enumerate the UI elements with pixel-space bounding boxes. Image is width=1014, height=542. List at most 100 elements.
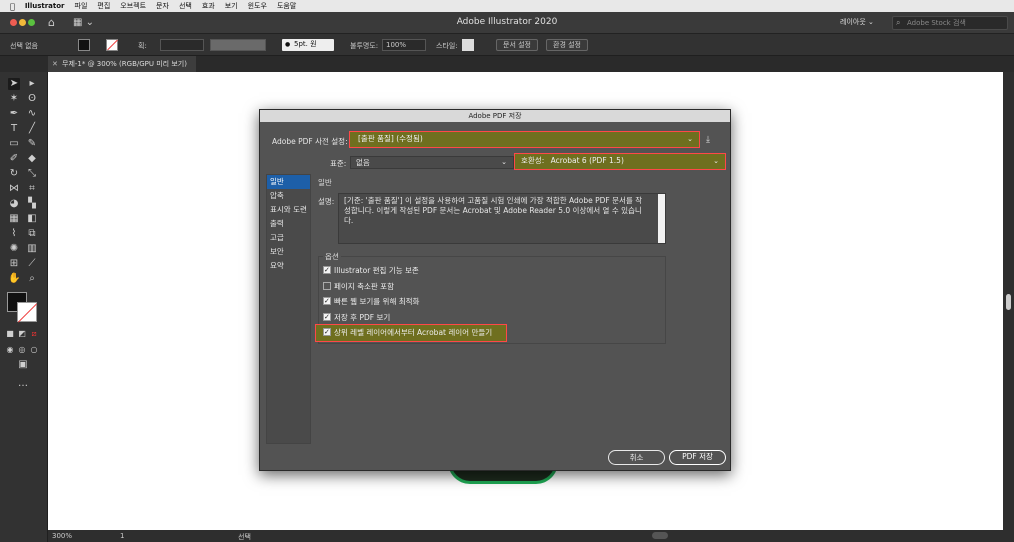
option-preserve-editing[interactable]: Illustrator 편집 기능 보존 bbox=[323, 264, 419, 277]
description-content: [기준: '출판 품질'] 이 설정을 사용하여 고품질 시험 인쇄에 가장 적… bbox=[344, 196, 643, 225]
sidebar-item-security[interactable]: 보안 bbox=[267, 245, 310, 259]
zoom-window-button[interactable] bbox=[28, 19, 35, 26]
zoom-level[interactable]: 300% bbox=[52, 532, 72, 540]
preferences-button[interactable]: 환경 설정 bbox=[546, 39, 588, 51]
stroke-color-swatch[interactable] bbox=[106, 39, 118, 51]
graphic-style-swatch[interactable] bbox=[462, 39, 474, 51]
more-tools-icon[interactable]: … bbox=[17, 378, 29, 390]
checkbox-checked[interactable] bbox=[323, 295, 331, 307]
draw-inside-icon[interactable]: ○ bbox=[28, 344, 40, 356]
gradient-mode-icon[interactable]: ◩ bbox=[16, 328, 28, 340]
vertical-scrollbar[interactable] bbox=[1003, 72, 1014, 530]
vertical-scroll-thumb[interactable] bbox=[1006, 294, 1011, 310]
close-window-button[interactable] bbox=[10, 19, 17, 26]
paintbrush-tool-icon[interactable]: ✎ bbox=[26, 138, 38, 150]
checkbox-checked[interactable] bbox=[323, 326, 331, 338]
shape-builder-tool-icon[interactable]: ◕ bbox=[8, 198, 20, 210]
eraser-tool-icon[interactable]: ◆ bbox=[26, 153, 38, 165]
brush-definition-select[interactable]: 5pt. 원 bbox=[282, 39, 334, 51]
document-setup-button[interactable]: 문서 설정 bbox=[496, 39, 538, 51]
menu-select[interactable]: 선택 bbox=[179, 1, 192, 11]
free-transform-tool-icon[interactable]: ⌗ bbox=[26, 183, 38, 195]
rotate-tool-icon[interactable]: ↻ bbox=[8, 168, 20, 180]
mesh-tool-icon[interactable]: ▦ bbox=[8, 213, 20, 225]
none-mode-icon[interactable]: ⧄ bbox=[28, 328, 40, 340]
description-text[interactable]: [기준: '출판 품질'] 이 설정을 사용하여 고품질 시험 인쇄에 가장 적… bbox=[338, 193, 666, 244]
eyedropper-tool-icon[interactable]: ⌇ bbox=[8, 228, 20, 240]
home-icon[interactable]: ⌂ bbox=[48, 17, 60, 29]
opacity-label[interactable]: 불투명도: bbox=[350, 41, 378, 51]
save-pdf-button[interactable]: PDF 저장 bbox=[669, 450, 726, 465]
menu-window[interactable]: 윈도우 bbox=[248, 1, 267, 11]
artboard-tool-icon[interactable]: ⊞ bbox=[8, 258, 20, 270]
fill-color-swatch[interactable] bbox=[78, 39, 90, 51]
type-tool-icon[interactable]: T bbox=[8, 123, 20, 135]
option-fast-web-view[interactable]: 빠른 웹 보기를 위해 최적화 bbox=[323, 295, 419, 308]
selection-tool-icon[interactable]: ➤ bbox=[8, 78, 20, 90]
zoom-tool-icon[interactable]: ⌕ bbox=[26, 273, 38, 285]
gradient-tool-icon[interactable]: ◧ bbox=[26, 213, 38, 225]
column-graph-tool-icon[interactable]: ▥ bbox=[26, 243, 38, 255]
sidebar-item-general[interactable]: 일반 bbox=[267, 175, 310, 189]
checkbox-checked[interactable] bbox=[323, 264, 331, 276]
color-mode-icon[interactable]: ■ bbox=[4, 328, 16, 340]
variable-width-profile[interactable] bbox=[210, 39, 266, 51]
preset-value: [출판 품질] (수정됨) bbox=[358, 134, 423, 143]
sidebar-item-compression[interactable]: 압축 bbox=[267, 189, 310, 203]
cancel-button[interactable]: 취소 bbox=[608, 450, 665, 465]
option-view-after-saving[interactable]: 저장 후 PDF 보기 bbox=[323, 311, 390, 324]
status-mode[interactable]: 선택 bbox=[238, 532, 251, 542]
opacity-field[interactable]: 100% bbox=[382, 39, 426, 51]
stroke-swatch[interactable] bbox=[17, 302, 37, 322]
shaper-tool-icon[interactable]: ✐ bbox=[8, 153, 20, 165]
save-preset-icon[interactable]: ⤓ bbox=[706, 135, 716, 145]
sidebar-item-summary[interactable]: 요약 bbox=[267, 259, 310, 273]
stock-search-input[interactable]: ⌕ Adobe Stock 검색 bbox=[892, 16, 1008, 30]
sidebar-item-advanced[interactable]: 고급 bbox=[267, 231, 310, 245]
pen-tool-icon[interactable]: ✒ bbox=[8, 108, 20, 120]
horizontal-scroll-thumb[interactable] bbox=[652, 532, 668, 539]
close-tab-icon[interactable]: ✕ bbox=[52, 56, 58, 72]
draw-normal-icon[interactable]: ◉ bbox=[4, 344, 16, 356]
width-tool-icon[interactable]: ⋈ bbox=[8, 183, 20, 195]
menu-view[interactable]: 보기 bbox=[225, 1, 238, 11]
menu-object[interactable]: 오브젝트 bbox=[120, 1, 146, 11]
minimize-window-button[interactable] bbox=[19, 19, 26, 26]
line-tool-icon[interactable]: ╱ bbox=[26, 123, 38, 135]
arrange-documents-icon[interactable]: ▦ ⌄ bbox=[73, 17, 94, 28]
checkbox-unchecked[interactable] bbox=[323, 282, 331, 290]
description-scrollbar[interactable] bbox=[658, 194, 665, 243]
direct-selection-tool-icon[interactable]: ▸ bbox=[26, 78, 38, 90]
menu-effect[interactable]: 효과 bbox=[202, 1, 215, 11]
preset-select[interactable]: [출판 품질] (수정됨) ⌄ bbox=[349, 131, 700, 148]
workspace-switcher[interactable]: 레이아웃 ⌄ bbox=[840, 17, 874, 27]
slice-tool-icon[interactable]: ⟋ bbox=[26, 258, 38, 270]
hand-tool-icon[interactable]: ✋ bbox=[8, 273, 20, 285]
compatibility-select[interactable]: 호환성: Acrobat 6 (PDF 1.5) ⌄ bbox=[514, 153, 726, 170]
checkbox-checked[interactable] bbox=[323, 311, 331, 323]
blend-tool-icon[interactable]: ⧉ bbox=[26, 228, 38, 240]
document-tab[interactable]: ✕ 무제-1* @ 300% (RGB/GPU 미리 보기) bbox=[48, 56, 196, 72]
lasso-tool-icon[interactable]: ʘ bbox=[26, 93, 38, 105]
option-create-acrobat-layers[interactable]: 상위 레벨 레이어에서부터 Acrobat 레이어 만들기 bbox=[323, 326, 492, 339]
menu-app-name[interactable]: Illustrator bbox=[25, 2, 65, 10]
sidebar-item-output[interactable]: 출력 bbox=[267, 217, 310, 231]
symbol-sprayer-tool-icon[interactable]: ✺ bbox=[8, 243, 20, 255]
rectangle-tool-icon[interactable]: ▭ bbox=[8, 138, 20, 150]
apple-icon[interactable]:  bbox=[10, 2, 15, 11]
magic-wand-tool-icon[interactable]: ✶ bbox=[8, 93, 20, 105]
menu-help[interactable]: 도움말 bbox=[277, 1, 296, 11]
stroke-weight-field[interactable] bbox=[160, 39, 204, 51]
screen-mode-icon[interactable]: ▣ bbox=[17, 359, 29, 371]
curvature-tool-icon[interactable]: ∿ bbox=[26, 108, 38, 120]
draw-behind-icon[interactable]: ◎ bbox=[16, 344, 28, 356]
live-paint-tool-icon[interactable]: ▚ bbox=[26, 198, 38, 210]
menu-edit[interactable]: 편집 bbox=[97, 1, 110, 11]
standard-select[interactable]: 없음 ⌄ bbox=[350, 156, 514, 169]
sidebar-item-marks-bleeds[interactable]: 표시와 도련 bbox=[267, 203, 310, 217]
scale-tool-icon[interactable]: ⤡ bbox=[26, 168, 38, 180]
artboard-navigator[interactable]: 1 bbox=[120, 532, 124, 540]
menu-type[interactable]: 문자 bbox=[156, 1, 169, 11]
menu-file[interactable]: 파일 bbox=[75, 1, 88, 11]
option-embed-thumbnails[interactable]: 페이지 축소판 포함 bbox=[323, 281, 394, 293]
